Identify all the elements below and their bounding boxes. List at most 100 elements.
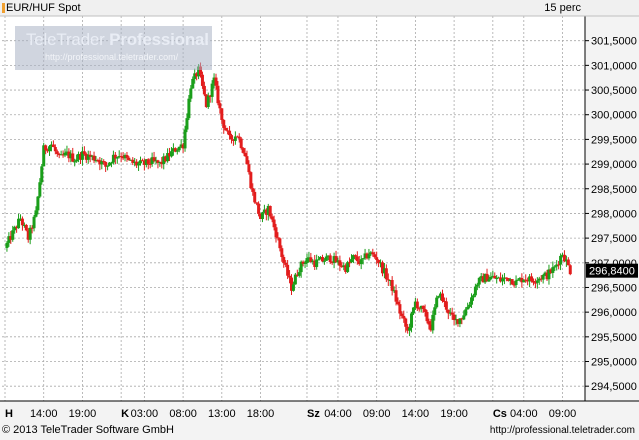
candle-body [268, 205, 272, 217]
candle-body [410, 313, 414, 328]
y-tick-label: 296,5000 [591, 282, 637, 294]
candle-body [408, 327, 412, 331]
candle-body [531, 280, 535, 283]
candle-body [470, 297, 474, 305]
candle-body [350, 259, 354, 263]
candle-body [75, 159, 79, 162]
instrument-label: EUR/HUF Spot [6, 2, 81, 14]
candle-body [487, 279, 491, 282]
watermark-logo: TeleTrader Professional [26, 30, 209, 50]
candle-body [396, 301, 400, 305]
candle-body [417, 308, 421, 310]
candle-body [475, 284, 479, 287]
candle-body [510, 279, 514, 285]
candle-body [501, 278, 505, 282]
y-tick-label: 301,5000 [591, 36, 637, 48]
candle-body [127, 157, 131, 160]
candle-body [415, 301, 419, 309]
candle-body [239, 138, 243, 149]
candle-body [402, 315, 406, 319]
candle-body [411, 307, 415, 314]
candle-body [435, 297, 439, 308]
candle-body [109, 162, 113, 164]
y-tick-label: 298,0000 [591, 208, 637, 220]
candle-body [106, 165, 110, 167]
candle-body [260, 212, 264, 220]
candle-body [286, 264, 290, 276]
y-tick-label: 301,0000 [591, 60, 637, 72]
candle-body [280, 248, 284, 258]
x-tick-label: 09:00 [549, 408, 577, 420]
candle-body [189, 88, 193, 99]
candle-body [125, 155, 129, 158]
candle-body [473, 286, 477, 296]
candle-body [137, 163, 141, 166]
candle-body [169, 151, 173, 157]
candle-body [553, 266, 557, 268]
candle-body [32, 216, 36, 229]
candle-body [373, 254, 377, 258]
candle-body [305, 258, 309, 263]
candle-body [92, 155, 96, 161]
candle-body [568, 265, 572, 275]
y-tick-label: 295,5000 [591, 332, 637, 344]
y-tick-label: 299,0000 [591, 159, 637, 171]
candle-body [431, 314, 435, 331]
plot-area [2, 16, 585, 401]
candle-body [200, 74, 204, 86]
candle-body [293, 274, 297, 285]
candle-body [288, 275, 292, 278]
candle-body [146, 159, 150, 164]
candle-body [348, 262, 352, 264]
candle-body [394, 290, 398, 302]
candle-body [245, 156, 249, 165]
candle-body [297, 272, 301, 276]
candle-body [464, 309, 468, 316]
candle-body [228, 130, 232, 136]
candle-body [214, 77, 218, 86]
candle-body [148, 163, 152, 165]
y-tick-label: 299,5000 [591, 134, 637, 146]
candle-body [361, 258, 365, 260]
candle-body [466, 306, 470, 310]
candle-body [489, 276, 493, 280]
candle-body [185, 118, 189, 130]
last-value-label: 296,8400 [589, 266, 635, 278]
candle-body [359, 259, 363, 265]
candle-body [468, 304, 472, 307]
candle-body [40, 166, 44, 183]
candle-body [82, 151, 86, 155]
candle-body [421, 305, 425, 310]
candle-body [274, 227, 278, 238]
candle-body [51, 144, 55, 148]
footer-copyright: © 2013 TeleTrader Software GmbH [2, 424, 174, 436]
candle-body [433, 307, 437, 315]
candle-body [48, 146, 52, 152]
candle-body [249, 172, 253, 189]
candle-body [272, 219, 276, 228]
candle-body [102, 161, 106, 163]
candle-body [218, 103, 222, 109]
candle-body [530, 276, 534, 281]
candle-body [257, 203, 261, 214]
candle-body [282, 257, 286, 263]
candle-body [237, 136, 241, 139]
candle-body [346, 262, 350, 272]
x-tick-label: 08:00 [169, 408, 197, 420]
x-tick-label: 19:00 [440, 408, 468, 420]
candle-body [384, 268, 388, 280]
candle-body [206, 95, 210, 107]
candle-body [471, 295, 475, 298]
candle-body [24, 224, 28, 231]
candle-body [541, 275, 545, 280]
candle-body [404, 318, 408, 327]
chart: 301,5000 301,0000 300,5000 300,0000 299,5000… [0, 0, 639, 440]
candle-body [284, 262, 288, 265]
footer-url: http://professional.teletrader.com [489, 425, 635, 436]
candle-body [355, 256, 359, 262]
x-tick-label: Sz [307, 408, 320, 420]
candle-body [328, 255, 332, 263]
watermark-url: http://professional.teletrader.com/ [45, 52, 179, 62]
candle-body [437, 296, 441, 298]
candle-body [183, 129, 187, 149]
